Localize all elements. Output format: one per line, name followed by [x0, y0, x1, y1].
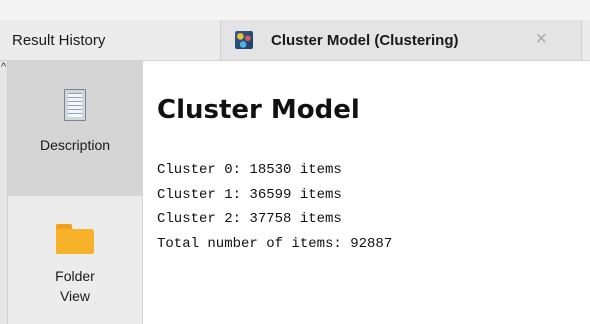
cluster-line: Cluster 1: 36599 items — [157, 186, 342, 203]
folder-icon — [56, 224, 94, 254]
cluster-line: Cluster 0: 18530 items — [157, 162, 342, 178]
document-icon — [64, 89, 86, 121]
tab-result-history[interactable]: Result History — [0, 20, 206, 60]
collapsed-panel-edge[interactable]: ^ — [0, 61, 8, 324]
page-title: Cluster Model — [157, 95, 360, 125]
tab-result-history-label: Result History — [12, 31, 106, 49]
cluster-summary: Cluster 0: 18530 items Cluster 1: 36599 … — [157, 158, 392, 256]
collapse-caret-icon[interactable]: ^ — [1, 61, 6, 73]
close-icon[interactable]: × — [535, 29, 547, 49]
sidebar-item-folder-view[interactable]: Folder View — [8, 196, 142, 324]
view-sidebar: Description Folder View — [8, 61, 143, 324]
tab-cluster-model[interactable]: Cluster Model (Clustering) × — [220, 20, 582, 60]
cluster-line: Cluster 2: 37758 items — [157, 211, 342, 227]
total-items-line: Total number of items: 92887 — [157, 235, 393, 252]
sidebar-item-description[interactable]: Description — [8, 61, 142, 196]
folder-label-line2: View — [59, 288, 91, 304]
sidebar-item-folder-view-label: Folder View — [55, 266, 95, 306]
cluster-model-icon — [235, 31, 253, 49]
tab-cluster-model-label: Cluster Model (Clustering) — [271, 31, 459, 49]
tab-bar: Result History Cluster Model (Clustering… — [0, 20, 590, 61]
folder-label-line1: Folder — [55, 268, 95, 284]
description-panel: Cluster Model Cluster 0: 18530 items Clu… — [143, 61, 590, 324]
window-top-strip — [0, 0, 590, 20]
sidebar-item-description-label: Description — [39, 137, 111, 153]
